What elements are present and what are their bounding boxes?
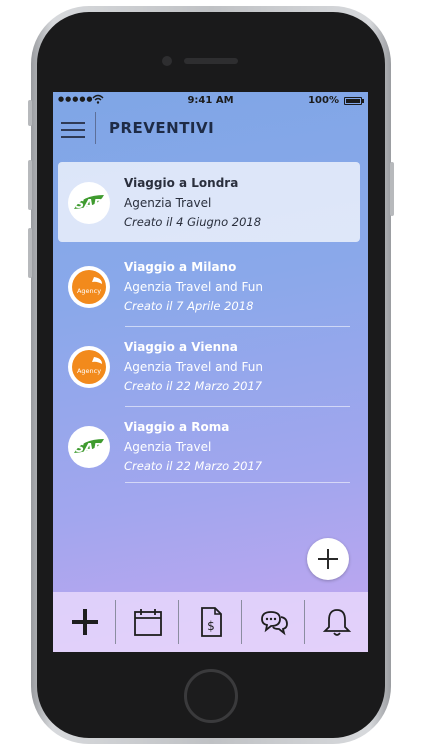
quote-list-item[interactable]: SAP Viaggio a Roma Agenzia Travel Creato… [58, 406, 360, 486]
agency-logo: Agency [68, 346, 110, 388]
invoice-dollar-icon: $ [201, 607, 222, 637]
app-screen: ●●●●● 9:41 AM 100% PREVENTIVI SAP Viaggi… [53, 92, 368, 652]
quote-agency: Agenzia Travel [124, 196, 212, 210]
page-title: PREVENTIVI [109, 119, 215, 137]
bottom-tab-bar: $ [53, 592, 368, 652]
quote-title: Viaggio a Milano [124, 260, 237, 274]
quote-title: Viaggio a Londra [124, 176, 239, 190]
tab-add[interactable] [53, 592, 116, 652]
front-camera [162, 56, 172, 66]
agency-logo: Agency [68, 266, 110, 308]
svg-text:$: $ [207, 619, 215, 633]
quote-list-item[interactable]: Agency Viaggio a Vienna Agenzia Travel a… [58, 326, 360, 406]
nav-divider [95, 112, 96, 144]
earpiece [184, 58, 238, 64]
battery-percent: 100% [308, 95, 339, 106]
tab-calendar[interactable] [116, 592, 179, 652]
svg-text:SAP: SAP [76, 441, 103, 455]
volume-up-button [28, 160, 32, 210]
quote-agency: Agenzia Travel and Fun [124, 280, 263, 294]
mute-switch [28, 100, 32, 126]
sap-logo: SAP [68, 426, 110, 468]
tab-messages[interactable] [242, 592, 305, 652]
svg-text:SAP: SAP [76, 197, 103, 211]
tab-invoices[interactable]: $ [179, 592, 242, 652]
battery-icon [344, 97, 362, 105]
chat-icon [261, 611, 288, 636]
volume-down-button [28, 228, 32, 278]
quote-title: Viaggio a Roma [124, 420, 230, 434]
plus-icon [72, 609, 98, 635]
svg-text:Agency: Agency [77, 287, 101, 295]
battery-tip [362, 99, 364, 103]
quote-created-date: Creato il 22 Marzo 2017 [124, 379, 263, 393]
svg-text:Agency: Agency [77, 367, 101, 375]
quote-title: Viaggio a Vienna [124, 340, 238, 354]
quote-created-date: Creato il 4 Giugno 2018 [124, 215, 262, 229]
bell-icon [322, 609, 352, 636]
quote-list-item[interactable]: SAP Viaggio a Londra Agenzia Travel Crea… [58, 162, 360, 242]
calendar-icon [134, 609, 162, 636]
quote-agency: Agenzia Travel and Fun [124, 360, 263, 374]
hamburger-menu-icon[interactable] [61, 118, 87, 140]
sap-logo: SAP [68, 182, 110, 224]
quote-created-date: Creato il 22 Marzo 2017 [124, 459, 263, 473]
home-button[interactable] [184, 669, 238, 723]
row-separator [125, 482, 350, 483]
status-bar: ●●●●● 9:41 AM 100% [53, 92, 368, 110]
quote-agency: Agenzia Travel [124, 440, 212, 454]
add-quote-button[interactable] [307, 538, 349, 580]
tab-notifications[interactable] [305, 592, 368, 652]
quote-list-item[interactable]: Agency Viaggio a Milano Agenzia Travel a… [58, 246, 360, 326]
quote-created-date: Creato il 7 Aprile 2018 [124, 299, 254, 313]
power-button [390, 162, 394, 216]
navigation-bar: PREVENTIVI [53, 110, 368, 152]
